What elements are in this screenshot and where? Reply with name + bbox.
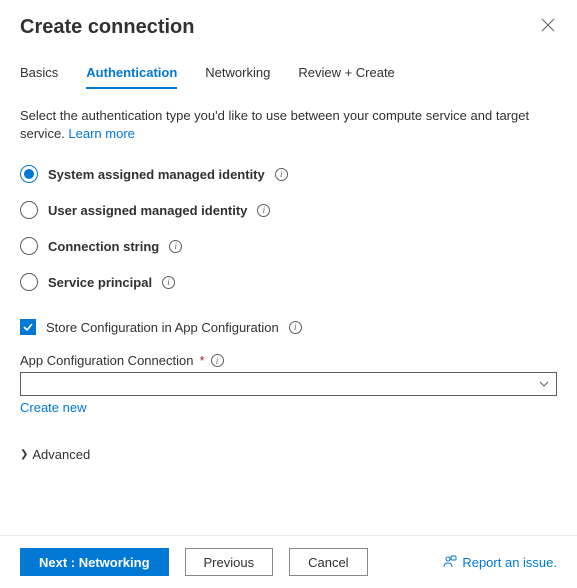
info-icon[interactable]: i — [169, 240, 182, 253]
page-title: Create connection — [20, 16, 194, 39]
auth-option-label: Connection string — [48, 239, 159, 254]
close-button[interactable] — [539, 16, 557, 34]
radio-icon — [20, 273, 38, 291]
advanced-toggle[interactable]: ❯ Advanced — [20, 447, 557, 462]
description-text: Select the authentication type you'd lik… — [20, 107, 557, 143]
tab-bar: Basics Authentication Networking Review … — [20, 59, 557, 89]
auth-option-system-identity[interactable]: System assigned managed identity i — [20, 165, 557, 183]
radio-icon — [20, 165, 38, 183]
create-new-link[interactable]: Create new — [20, 400, 86, 415]
cancel-button[interactable]: Cancel — [289, 548, 367, 576]
previous-button[interactable]: Previous — [185, 548, 274, 576]
auth-option-service-principal[interactable]: Service principal i — [20, 273, 557, 291]
radio-icon — [20, 201, 38, 219]
auth-option-connection-string[interactable]: Connection string i — [20, 237, 557, 255]
info-icon[interactable]: i — [211, 354, 224, 367]
report-issue-link[interactable]: Report an issue. — [443, 555, 557, 570]
store-config-checkbox-row[interactable]: Store Configuration in App Configuration… — [20, 319, 557, 335]
report-issue-label: Report an issue. — [462, 555, 557, 570]
app-config-connection-select[interactable] — [20, 372, 557, 396]
store-config-label: Store Configuration in App Configuration — [46, 320, 279, 335]
info-icon[interactable]: i — [162, 276, 175, 289]
auth-option-label: User assigned managed identity — [48, 203, 247, 218]
info-icon[interactable]: i — [257, 204, 270, 217]
tab-review-create[interactable]: Review + Create — [298, 59, 394, 88]
next-button[interactable]: Next : Networking — [20, 548, 169, 576]
auth-type-radio-group: System assigned managed identity i User … — [20, 165, 557, 291]
radio-icon — [20, 237, 38, 255]
advanced-label: Advanced — [32, 447, 90, 462]
learn-more-link[interactable]: Learn more — [68, 126, 134, 141]
auth-option-label: Service principal — [48, 275, 152, 290]
app-config-connection-field: App Configuration Connection * i Create … — [20, 353, 557, 415]
auth-option-user-identity[interactable]: User assigned managed identity i — [20, 201, 557, 219]
tab-networking[interactable]: Networking — [205, 59, 270, 88]
info-icon[interactable]: i — [275, 168, 288, 181]
tab-basics[interactable]: Basics — [20, 59, 58, 88]
chevron-down-icon — [538, 378, 550, 390]
person-feedback-icon — [443, 555, 457, 569]
footer-bar: Next : Networking Previous Cancel Report… — [0, 535, 577, 588]
field-label-text: App Configuration Connection — [20, 353, 193, 368]
required-indicator: * — [199, 353, 204, 368]
info-icon[interactable]: i — [289, 321, 302, 334]
auth-option-label: System assigned managed identity — [48, 167, 265, 182]
close-icon — [541, 18, 555, 32]
chevron-right-icon: ❯ — [20, 449, 28, 460]
tab-authentication[interactable]: Authentication — [86, 59, 177, 88]
checkbox-icon — [20, 319, 36, 335]
